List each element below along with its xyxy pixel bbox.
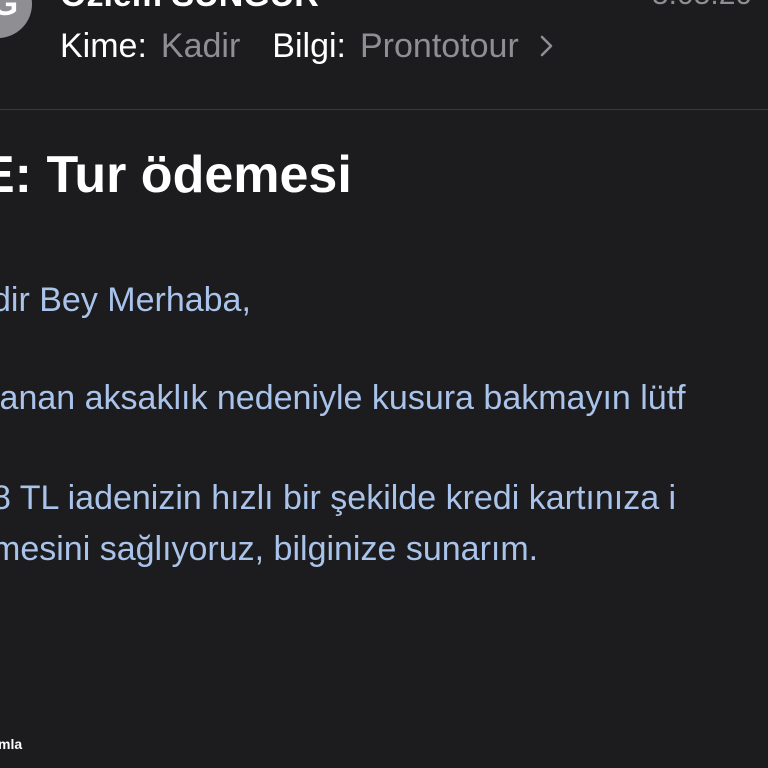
body-line-closing: mesini sağlıyoruz, bilginize sunarım.: [0, 530, 539, 568]
signature-footer: mla: [0, 736, 23, 752]
cc-label: Bilgi:: [272, 26, 346, 65]
message-subject: E: Tur ödemesi: [0, 146, 352, 204]
sender-name[interactable]: Özlem SUNGUR: [60, 0, 319, 15]
chevron-right-icon[interactable]: [533, 33, 559, 59]
cc-recipient[interactable]: Prontotour: [360, 27, 519, 66]
to-recipient[interactable]: Kadir: [161, 27, 240, 66]
to-label: Kime:: [60, 26, 147, 65]
sender-avatar[interactable]: G: [0, 0, 32, 38]
body-line-greeting: dir Bey Merhaba,: [0, 281, 251, 319]
body-line-apology: ianan aksaklık nedeniyle kusura bakmayın…: [0, 379, 686, 417]
recipients-row[interactable]: Kime: Kadir Bilgi: Prontotour: [60, 26, 559, 66]
message-date: 5.05.20: [652, 0, 752, 12]
body-line-refund: 8 TL iadenizin hızlı bir şekilde kredi k…: [0, 479, 677, 517]
header-divider: [0, 109, 768, 110]
